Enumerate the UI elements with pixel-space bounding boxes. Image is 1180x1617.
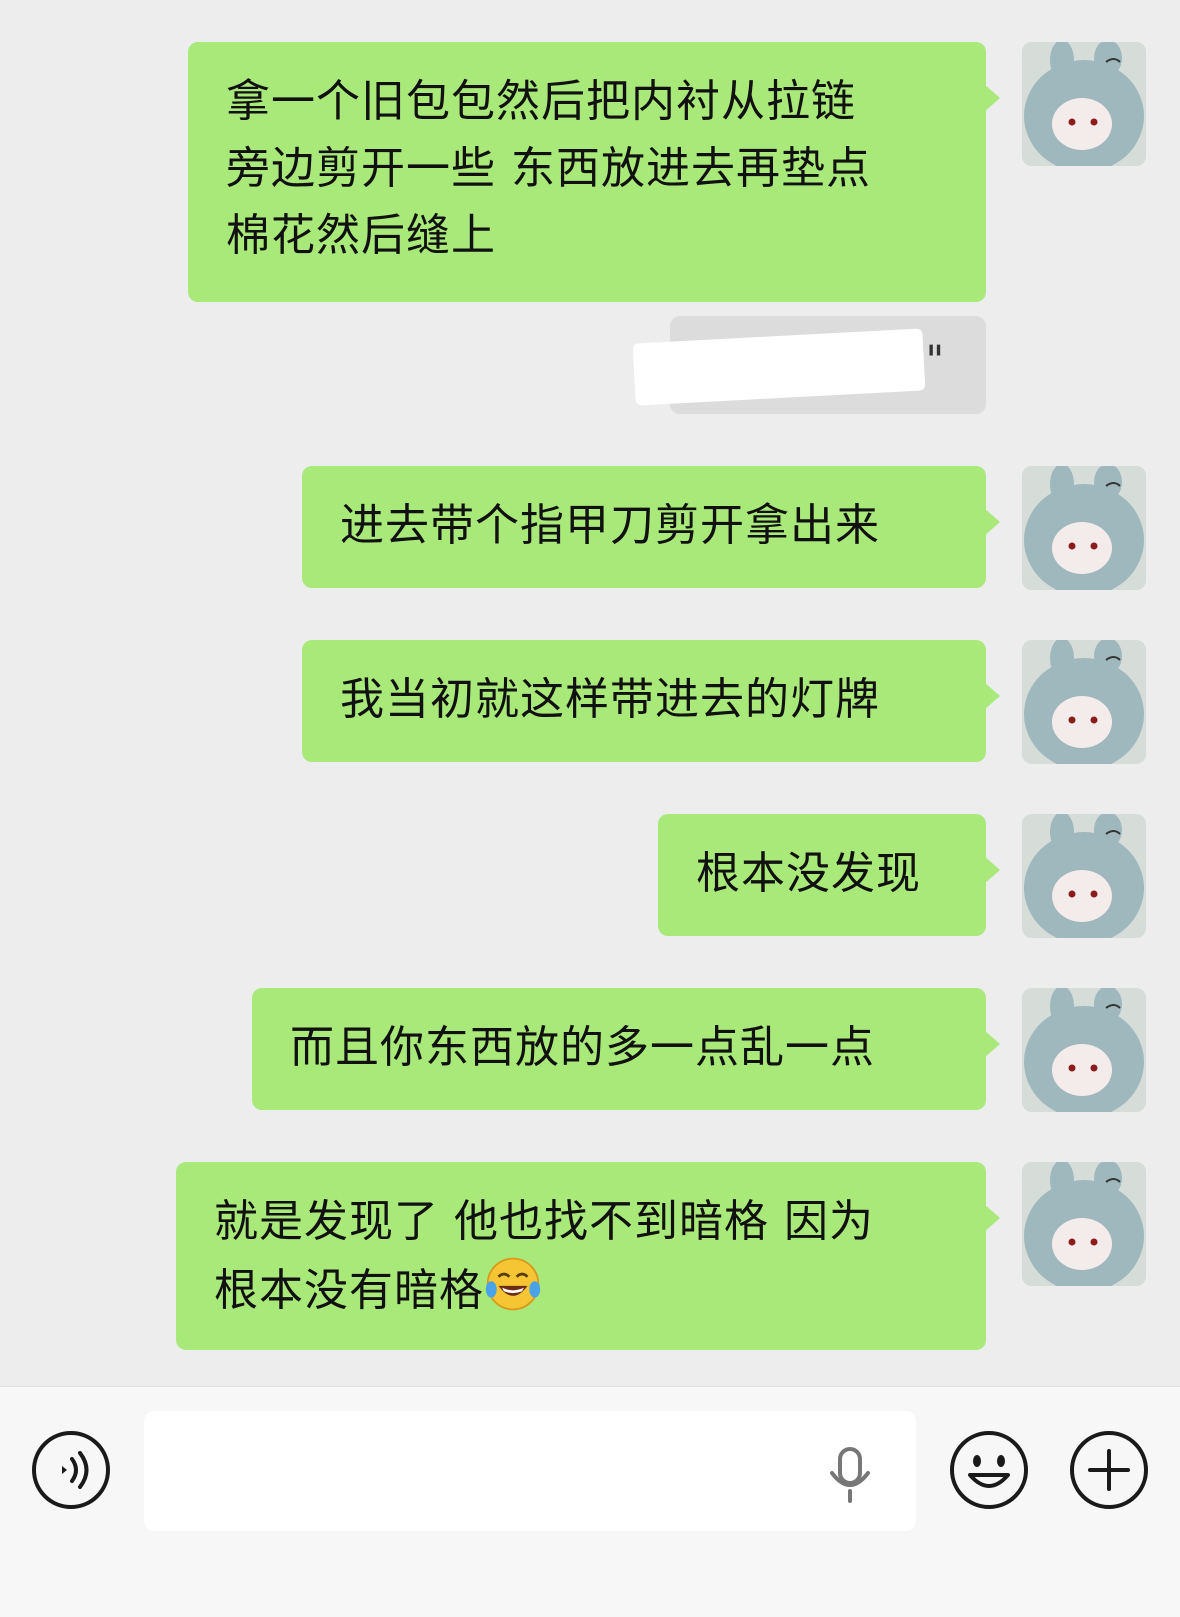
message-line: 就是发现了 他也找不到暗格 因为 bbox=[214, 1196, 874, 1247]
plush-avatar-icon bbox=[1022, 988, 1146, 1112]
message-text: 根本没有暗格 bbox=[214, 1265, 484, 1316]
avatar[interactable] bbox=[1022, 814, 1146, 938]
message-item: 根本没发现 bbox=[658, 814, 1000, 936]
plush-avatar-icon bbox=[1022, 42, 1146, 166]
plush-avatar-icon bbox=[1022, 466, 1146, 590]
message-line: 根本没发现 bbox=[696, 848, 921, 899]
avatar[interactable] bbox=[1022, 988, 1146, 1112]
message-item: 而且你东西放的多一点乱一点 bbox=[252, 988, 1000, 1110]
message-line: 而且你东西放的多一点乱一点 bbox=[290, 1022, 875, 1073]
voice-mode-button[interactable] bbox=[30, 1429, 112, 1511]
plush-avatar-icon bbox=[1022, 814, 1146, 938]
message-input[interactable] bbox=[144, 1411, 916, 1531]
microphone-icon[interactable] bbox=[828, 1445, 872, 1505]
message-line: 进去带个指甲刀剪开拿出来 bbox=[340, 500, 880, 551]
voice-mode-icon bbox=[32, 1431, 110, 1509]
message-bubble[interactable]: 进去带个指甲刀剪开拿出来 bbox=[302, 466, 1000, 588]
face-with-tears-of-joy-icon bbox=[485, 1257, 541, 1311]
message-line: 棉花然后缝上 bbox=[226, 210, 496, 261]
message-bubble[interactable]: 我当初就这样带进去的灯牌 bbox=[302, 640, 1000, 762]
voice-message-bubble[interactable]: 7" bbox=[632, 316, 986, 414]
message-line: 根本没有暗格 bbox=[214, 1255, 950, 1324]
message-line: 旁边剪开一些 东西放进去再垫点 bbox=[226, 143, 871, 194]
avatar[interactable] bbox=[1022, 1162, 1146, 1286]
chat-area: 拿一个旧包包然后把内衬从拉链 旁边剪开一些 东西放进去再垫点 棉花然后缝上 7"… bbox=[0, 0, 1180, 1386]
more-button[interactable] bbox=[1068, 1429, 1150, 1511]
message-bubble[interactable]: 就是发现了 他也找不到暗格 因为 根本没有暗格 bbox=[176, 1162, 1000, 1350]
avatar[interactable] bbox=[1022, 640, 1146, 764]
smiley-icon bbox=[950, 1431, 1028, 1509]
message-line: 拿一个旧包包然后把内衬从拉链 bbox=[226, 76, 856, 127]
avatar[interactable] bbox=[1022, 466, 1146, 590]
plush-avatar-icon bbox=[1022, 1162, 1146, 1286]
emoji-button[interactable] bbox=[948, 1429, 1030, 1511]
plush-avatar-icon bbox=[1022, 640, 1146, 764]
input-bar bbox=[0, 1386, 1180, 1617]
message-bubble[interactable]: 根本没发现 bbox=[658, 814, 1000, 936]
message-bubble[interactable]: 而且你东西放的多一点乱一点 bbox=[252, 988, 1000, 1110]
message-item: 进去带个指甲刀剪开拿出来 bbox=[302, 466, 1000, 588]
plus-icon bbox=[1070, 1431, 1148, 1509]
message-line: 我当初就这样带进去的灯牌 bbox=[340, 674, 880, 725]
message-bubble[interactable]: 拿一个旧包包然后把内衬从拉链 旁边剪开一些 东西放进去再垫点 棉花然后缝上 bbox=[188, 42, 1000, 302]
message-item: 我当初就这样带进去的灯牌 bbox=[302, 640, 1000, 762]
message-item: 就是发现了 他也找不到暗格 因为 根本没有暗格 bbox=[176, 1162, 1000, 1350]
message-item: 拿一个旧包包然后把内衬从拉链 旁边剪开一些 东西放进去再垫点 棉花然后缝上 bbox=[188, 42, 1000, 302]
redaction-mark bbox=[632, 328, 926, 406]
avatar[interactable] bbox=[1022, 42, 1146, 166]
